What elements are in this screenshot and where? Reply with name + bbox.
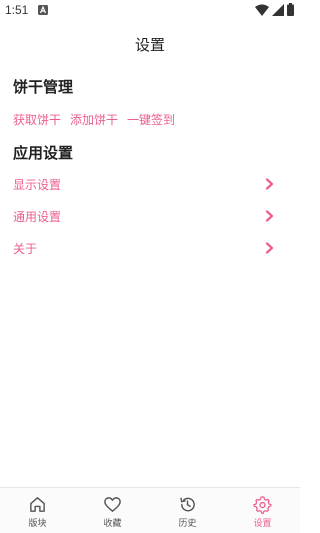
cookie-section-title: 饼干管理	[13, 78, 74, 96]
tab-favorites-label: 收藏	[103, 519, 122, 529]
cookie-actions: 获取饼干 添加饼干 一键签到	[13, 111, 175, 128]
general-settings-item[interactable]: 通用设置	[0, 201, 300, 231]
page-title: 设置	[134, 36, 165, 54]
home-icon	[30, 497, 45, 512]
tab-settings-label: 设置	[253, 519, 272, 529]
bottom-tab-bar: 版块 收藏 历史 设置	[0, 487, 300, 533]
chevron-right-icon	[265, 210, 274, 222]
tab-settings[interactable]: 设置	[225, 488, 300, 533]
tab-boards[interactable]: 版块	[0, 488, 75, 533]
tab-history[interactable]: 历史	[150, 488, 225, 533]
tab-favorites[interactable]: 收藏	[75, 488, 150, 533]
app-header: 设置	[0, 30, 300, 60]
one-click-checkin-link[interactable]: 一键签到	[127, 111, 175, 128]
tab-boards-label: 版块	[28, 519, 47, 529]
about-item[interactable]: 关于	[0, 233, 300, 263]
display-settings-item[interactable]: 显示设置	[0, 169, 300, 199]
display-settings-label: 显示设置	[13, 178, 62, 192]
tab-history-label: 历史	[178, 519, 197, 529]
signal-icon	[272, 4, 284, 16]
get-cookie-link[interactable]: 获取饼干	[13, 111, 61, 128]
status-time: 1:51	[5, 3, 29, 17]
about-label: 关于	[13, 242, 38, 256]
heart-icon	[104, 497, 121, 512]
chevron-right-icon	[265, 178, 274, 190]
battery-icon	[287, 3, 294, 16]
wifi-icon	[255, 4, 269, 16]
history-icon	[180, 497, 195, 512]
general-settings-label: 通用设置	[13, 210, 62, 224]
notification-a-icon	[38, 5, 48, 15]
gear-icon	[253, 496, 272, 514]
add-cookie-link[interactable]: 添加饼干	[70, 111, 118, 128]
chevron-right-icon	[265, 242, 274, 254]
app-settings-section-title: 应用设置	[13, 144, 74, 162]
status-bar: 1:51	[0, 0, 300, 22]
